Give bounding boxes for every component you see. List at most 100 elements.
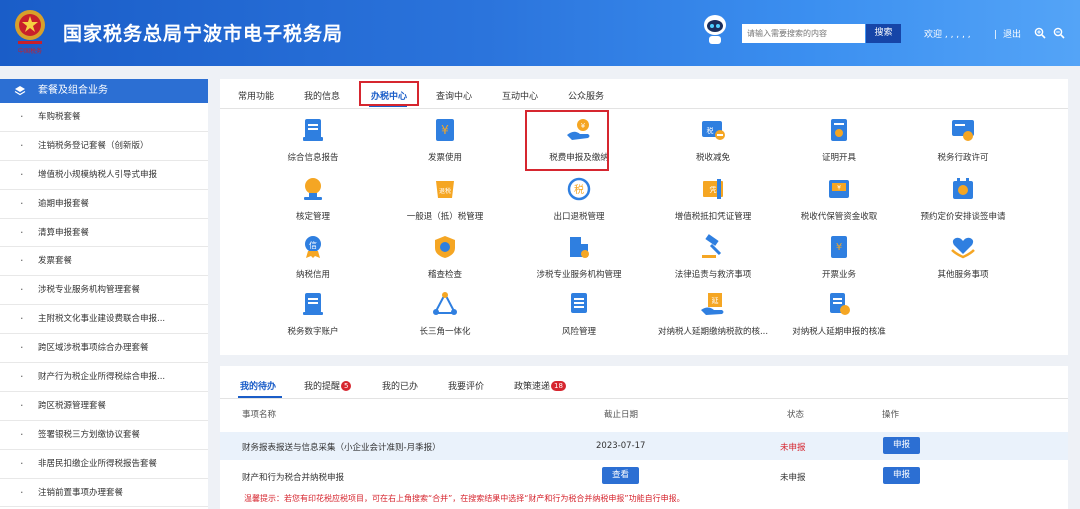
svg-text:信: 信 xyxy=(309,240,317,250)
document-icon xyxy=(303,119,323,141)
declare-button[interactable]: 申报 xyxy=(883,467,920,484)
function-label: 其他服务事项 xyxy=(937,270,989,280)
function-item[interactable]: 综合信息报告 xyxy=(238,117,388,173)
function-item[interactable]: 稽查检查 xyxy=(370,234,520,290)
tab-my-todo[interactable]: 我的待办 xyxy=(240,379,276,392)
fund-icon: ¥ xyxy=(829,180,849,198)
svg-text:¥: ¥ xyxy=(837,185,841,192)
tab-rate[interactable]: 我要评价 xyxy=(448,379,484,392)
robot-assistant-icon[interactable] xyxy=(700,12,730,48)
svg-text:退税: 退税 xyxy=(439,187,451,195)
sidebar-item[interactable]: 跨区税源管理套餐 xyxy=(0,392,208,421)
credit-icon: 信 xyxy=(305,236,321,258)
function-label: 长三角一体化 xyxy=(419,327,471,337)
sidebar-item[interactable]: 非居民扣缴企业所得税报告套餐 xyxy=(0,450,208,479)
zoom-in-icon[interactable] xyxy=(1034,27,1046,39)
tab-my-done[interactable]: 我的已办 xyxy=(382,379,418,392)
top-header: 中国税务 国家税务总局宁波市电子税务局 搜索 欢迎 , , , , , 退出 xyxy=(0,0,1080,66)
policy-count-badge: 18 xyxy=(551,381,566,391)
svg-text:凭: 凭 xyxy=(710,185,717,194)
column-header-action: 操作 xyxy=(882,410,900,420)
welcome-text: 欢迎 , , , , , xyxy=(924,30,971,40)
invoice-icon: ¥ xyxy=(436,119,454,141)
sidebar-item[interactable]: 注销税务登记套餐（创新版） xyxy=(0,132,208,161)
tab-public-service[interactable]: 公众服务 xyxy=(568,89,604,102)
task-name[interactable]: 财务报表报送与信息采集（小企业会计准则-月季报） xyxy=(242,441,441,453)
function-label: 一般退（抵）税管理 xyxy=(406,212,484,222)
sidebar-item[interactable]: 车购税套餐 xyxy=(0,103,208,132)
tab-policy-express[interactable]: 政策速递 18 xyxy=(514,379,566,392)
sidebar-item[interactable]: 涉税专业服务机构管理套餐 xyxy=(0,276,208,306)
function-item[interactable]: 风险管理 xyxy=(504,291,654,347)
sidebar-item[interactable]: 注销前置事项办理套餐 xyxy=(0,479,208,508)
tab-my-reminders[interactable]: 我的提醒 5 xyxy=(304,379,352,392)
tab-my-info[interactable]: 我的信息 xyxy=(304,89,340,102)
sidebar-item[interactable]: 增值税小规模纳税人引导式申报 xyxy=(0,161,208,190)
license-icon xyxy=(952,120,974,141)
table-header: 事项名称 截止日期 状态 操作 xyxy=(220,402,1068,424)
zoom-out-icon[interactable] xyxy=(1053,27,1065,39)
main-panel: 常用功能 我的信息 办税中心 查询中心 互动中心 公众服务 综合信息报告 ¥ 发票使… xyxy=(220,79,1068,355)
sidebar-item[interactable]: 逾期申报套餐 xyxy=(0,190,208,219)
svg-text:税: 税 xyxy=(574,183,584,196)
svg-text:中国税务: 中国税务 xyxy=(18,47,42,55)
function-label: 对纳税人延期申报的核准 xyxy=(792,327,886,337)
tax-reduction-icon: 税 xyxy=(702,121,725,140)
refund-icon: 退税 xyxy=(436,181,454,198)
column-header-status: 状态 xyxy=(787,410,805,420)
tasks-panel: 我的待办 我的提醒 5 我的已办 我要评价 政策速递 18 事项名称 截止日期 状态… xyxy=(220,366,1068,509)
view-button[interactable]: 查看 xyxy=(602,467,639,484)
pricing-icon xyxy=(953,178,973,199)
function-item[interactable]: 退税一般退（抵）税管理 xyxy=(370,176,520,232)
function-item[interactable]: 税务行政许可 xyxy=(888,117,1038,173)
sidebar-item[interactable]: 签署银税三方划缴协议套餐 xyxy=(0,421,208,450)
function-item[interactable]: 税出口退税管理 xyxy=(504,176,654,232)
function-label: 风险管理 xyxy=(561,327,596,337)
layers-icon xyxy=(14,86,26,96)
task-name[interactable]: 财产和行为税合并纳税申报 xyxy=(242,471,344,483)
sidebar-heading[interactable]: 套餐及组合业务 xyxy=(0,79,208,103)
function-item[interactable]: 核定管理 xyxy=(238,176,388,232)
column-header-deadline: 截止日期 xyxy=(604,410,639,420)
task-status: 未申报 xyxy=(780,473,806,483)
warm-tip: 温馨提示：若您有印花税应税项目，可在右上角搜索“合并”，在搜索结果中选择“财产和… xyxy=(244,494,685,503)
voucher-icon: 凭 xyxy=(703,179,723,199)
tax-emblem-logo: 中国税务 xyxy=(15,10,45,55)
function-label: 稽查检查 xyxy=(427,270,462,280)
site-title: 国家税务总局宁波市电子税务局 xyxy=(63,23,344,45)
function-item[interactable]: 长三角一体化 xyxy=(370,291,520,347)
gavel-icon xyxy=(702,234,722,258)
function-label: 发票使用 xyxy=(427,153,462,163)
search-input[interactable] xyxy=(742,24,865,43)
function-item[interactable]: 信纳税信用 xyxy=(238,234,388,290)
sidebar-item[interactable]: 财产行为税企业所得税综合申报... xyxy=(0,363,208,392)
function-label: 税务行政许可 xyxy=(937,153,989,163)
tasks-tabs: 我的待办 我的提醒 5 我的已办 我要评价 政策速递 18 xyxy=(220,366,1068,399)
reminder-count-badge: 5 xyxy=(341,381,352,391)
function-item[interactable]: ¥ 发票使用 xyxy=(370,117,520,173)
task-deadline: 2023-07-17 xyxy=(596,441,646,451)
function-item[interactable]: 其他服务事项 xyxy=(888,234,1038,290)
building-icon xyxy=(570,237,589,258)
search-button[interactable]: 搜索 xyxy=(866,24,901,43)
tab-common-functions[interactable]: 常用功能 xyxy=(238,89,274,102)
function-label: 税务数字账户 xyxy=(287,327,339,337)
function-item[interactable]: 税务数字账户 xyxy=(238,291,388,347)
tab-interaction-center[interactable]: 互动中心 xyxy=(502,89,538,102)
main-tabs: 常用功能 我的信息 办税中心 查询中心 互动中心 公众服务 xyxy=(220,79,1068,109)
sidebar-item[interactable]: 清算申报套餐 xyxy=(0,219,208,248)
logout-link[interactable]: 退出 xyxy=(994,27,1021,40)
function-item[interactable]: 涉税专业服务机构管理 xyxy=(504,234,654,290)
sidebar-item[interactable]: 发票套餐 xyxy=(0,247,208,277)
svg-text:¥: ¥ xyxy=(836,242,842,253)
sidebar-list: 车购税套餐注销税务登记套餐（创新版）增值税小规模纳税人引导式申报逾期申报套餐清算… xyxy=(0,103,208,508)
declare-button[interactable]: 申报 xyxy=(883,437,920,454)
sidebar-item[interactable]: 主附税文化事业建设费联合申报... xyxy=(0,305,208,335)
sidebar-item[interactable]: 跨区域涉税事项综合办理套餐 xyxy=(0,334,208,364)
sidebar: 套餐及组合业务 车购税套餐注销税务登记套餐（创新版）增值税小规模纳税人引导式申报… xyxy=(0,79,208,509)
function-item[interactable]: 预约定价安排谈签申请 xyxy=(888,176,1038,232)
function-item[interactable]: 对纳税人延期申报的核准 xyxy=(764,291,914,347)
certificate-icon xyxy=(831,119,847,141)
function-label: 出口退税管理 xyxy=(553,212,605,222)
tab-query-center[interactable]: 查询中心 xyxy=(436,89,472,102)
